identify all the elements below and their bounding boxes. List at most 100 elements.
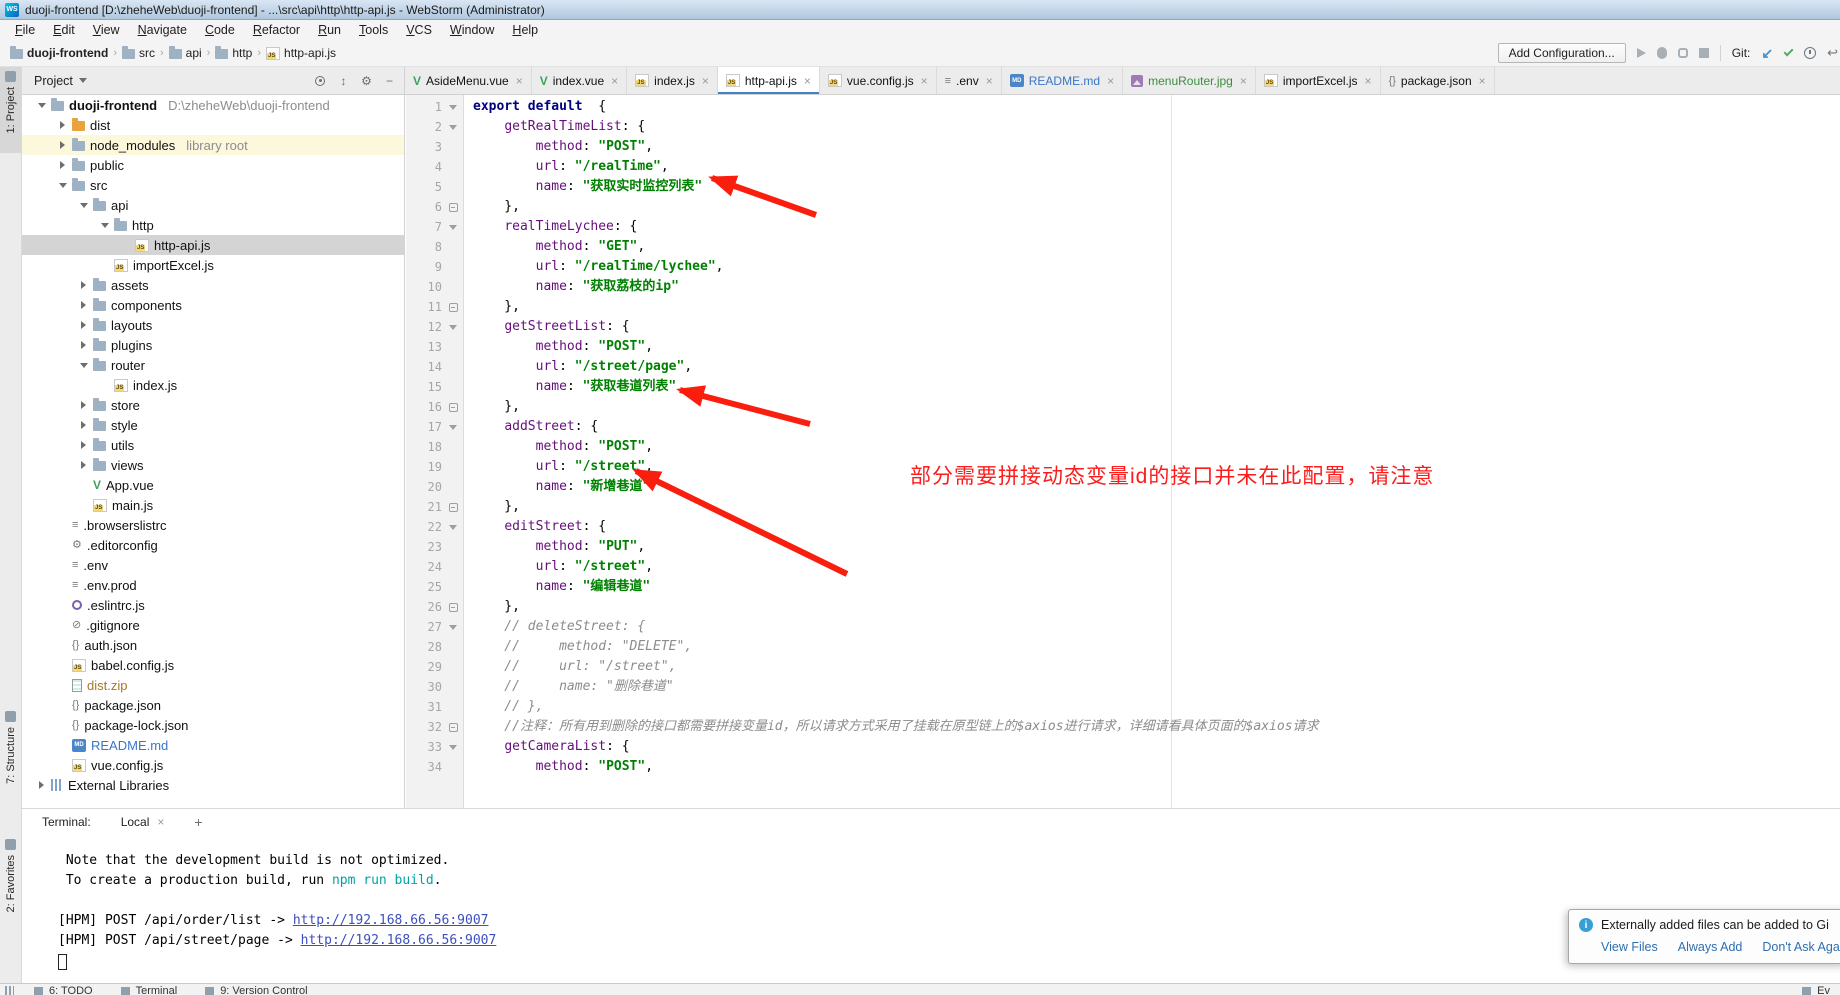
- fold-icon[interactable]: [449, 105, 457, 110]
- fold-icon[interactable]: [449, 325, 457, 330]
- menu-window[interactable]: Window: [441, 20, 503, 40]
- statusbar-grid-icon[interactable]: [5, 986, 14, 995]
- tab-.env[interactable]: ≡.env×: [937, 67, 1002, 94]
- stop-icon[interactable]: [1699, 48, 1709, 58]
- add-configuration-button[interactable]: Add Configuration...: [1498, 43, 1626, 63]
- tree-row-utils[interactable]: utils: [22, 435, 404, 455]
- tree-row-router[interactable]: router: [22, 355, 404, 375]
- tree-row-store[interactable]: store: [22, 395, 404, 415]
- notification-action-always-add[interactable]: Always Add: [1678, 940, 1743, 954]
- chevron-collapsed-icon[interactable]: [81, 421, 86, 429]
- chevron-expanded-icon[interactable]: [80, 363, 88, 368]
- terminal-tab-local[interactable]: Local ×: [121, 815, 165, 829]
- tab-importexcel.js[interactable]: JSimportExcel.js×: [1256, 67, 1381, 94]
- chevron-down-icon[interactable]: [79, 78, 87, 83]
- code-editor[interactable]: 1export default {2 getRealTimeList: {3 m…: [406, 95, 1840, 808]
- tree-row-plugins[interactable]: plugins: [22, 335, 404, 355]
- tab-vue.config.js[interactable]: JSvue.config.js×: [820, 67, 937, 94]
- tree-row-public[interactable]: public: [22, 155, 404, 175]
- statusbar-6-todo[interactable]: 6: TODO: [34, 984, 93, 995]
- tree-row-auth.json[interactable]: {}auth.json: [22, 635, 404, 655]
- tree-row-babel.config.js[interactable]: JSbabel.config.js: [22, 655, 404, 675]
- menu-help[interactable]: Help: [503, 20, 547, 40]
- collapse-all-icon[interactable]: ↕: [335, 74, 352, 88]
- fold-icon[interactable]: [449, 603, 458, 612]
- debug-icon[interactable]: [1657, 47, 1667, 59]
- menu-edit[interactable]: Edit: [44, 20, 84, 40]
- tree-row-node-modules[interactable]: node_moduleslibrary root: [22, 135, 404, 155]
- tab-close-icon[interactable]: ×: [611, 74, 618, 88]
- tree-row-.browserslistrc[interactable]: ≡.browserslistrc: [22, 515, 404, 535]
- chevron-collapsed-icon[interactable]: [60, 141, 65, 149]
- tab-index.js[interactable]: JSindex.js×: [627, 67, 718, 94]
- run-icon[interactable]: [1637, 48, 1646, 58]
- fold-icon[interactable]: [449, 403, 458, 412]
- menu-refactor[interactable]: Refactor: [244, 20, 309, 40]
- chevron-collapsed-icon[interactable]: [81, 341, 86, 349]
- tree-row-app.vue[interactable]: VApp.vue: [22, 475, 404, 495]
- tab-close-icon[interactable]: ×: [1240, 74, 1247, 88]
- chevron-collapsed-icon[interactable]: [81, 461, 86, 469]
- tree-row-http-api.js[interactable]: JShttp-api.js: [22, 235, 404, 255]
- locate-file-icon[interactable]: [315, 76, 325, 86]
- tree-row-.env[interactable]: ≡.env: [22, 555, 404, 575]
- fold-icon[interactable]: [449, 225, 457, 230]
- tree-row-package-lock.json[interactable]: {}package-lock.json: [22, 715, 404, 735]
- notification-action-don-t-ask-agai[interactable]: Don't Ask Agai: [1762, 940, 1840, 954]
- breadcrumb-http[interactable]: http: [215, 46, 252, 60]
- tree-row-readme.md[interactable]: MDREADME.md: [22, 735, 404, 755]
- git-update-icon[interactable]: ↙: [1761, 46, 1773, 60]
- fold-icon[interactable]: [449, 723, 458, 732]
- tab-close-icon[interactable]: ×: [986, 74, 993, 88]
- chevron-expanded-icon[interactable]: [59, 183, 67, 188]
- terminal-tab-close-icon[interactable]: ×: [157, 815, 164, 829]
- tab-asidemenu.vue[interactable]: VAsideMenu.vue×: [405, 67, 532, 94]
- tree-row-main.js[interactable]: JSmain.js: [22, 495, 404, 515]
- tree-row-views[interactable]: views: [22, 455, 404, 475]
- stripe-tab-favorites[interactable]: 2: Favorites: [0, 835, 21, 945]
- menu-code[interactable]: Code: [196, 20, 244, 40]
- rollback-icon[interactable]: ↩: [1827, 45, 1838, 61]
- project-panel-title[interactable]: Project: [34, 74, 73, 88]
- tree-row-.env.prod[interactable]: ≡.env.prod: [22, 575, 404, 595]
- tree-row-external-libraries[interactable]: External Libraries: [22, 775, 404, 795]
- statusbar-event-log[interactable]: Ev: [1802, 984, 1840, 995]
- tree-row-dist[interactable]: dist: [22, 115, 404, 135]
- tab-close-icon[interactable]: ×: [516, 74, 523, 88]
- fold-icon[interactable]: [449, 625, 457, 630]
- tree-row-layouts[interactable]: layouts: [22, 315, 404, 335]
- fold-icon[interactable]: [449, 425, 457, 430]
- tree-row-dist.zip[interactable]: dist.zip: [22, 675, 404, 695]
- breadcrumb-duoji-frontend[interactable]: duoji-frontend: [10, 46, 108, 60]
- new-terminal-icon[interactable]: +: [194, 814, 202, 830]
- menu-tools[interactable]: Tools: [350, 20, 397, 40]
- tree-row-.gitignore[interactable]: ⊘.gitignore: [22, 615, 404, 635]
- menu-run[interactable]: Run: [309, 20, 350, 40]
- tab-close-icon[interactable]: ×: [1365, 74, 1372, 88]
- chevron-collapsed-icon[interactable]: [60, 161, 65, 169]
- tree-row-src[interactable]: src: [22, 175, 404, 195]
- tree-row-http[interactable]: http: [22, 215, 404, 235]
- menu-vcs[interactable]: VCS: [397, 20, 441, 40]
- fold-icon[interactable]: [449, 203, 458, 212]
- tree-row-assets[interactable]: assets: [22, 275, 404, 295]
- fold-icon[interactable]: [449, 125, 457, 130]
- tree-row-importexcel.js[interactable]: JSimportExcel.js: [22, 255, 404, 275]
- chevron-collapsed-icon[interactable]: [81, 441, 86, 449]
- chevron-expanded-icon[interactable]: [80, 203, 88, 208]
- stripe-tab-structure[interactable]: 7: Structure: [0, 707, 21, 807]
- tree-row-vue.config.js[interactable]: JSvue.config.js: [22, 755, 404, 775]
- chevron-collapsed-icon[interactable]: [39, 781, 44, 789]
- breadcrumb-api[interactable]: api: [169, 46, 202, 60]
- tab-package.json[interactable]: {}package.json×: [1381, 67, 1495, 94]
- fold-icon[interactable]: [449, 525, 457, 530]
- breadcrumb-http-api.js[interactable]: JShttp-api.js: [266, 46, 336, 60]
- terminal-link[interactable]: http://192.168.66.56:9007: [301, 933, 497, 948]
- tab-http-api.js[interactable]: JShttp-api.js×: [718, 67, 820, 94]
- coverage-icon[interactable]: [1678, 48, 1688, 58]
- tree-row-style[interactable]: style: [22, 415, 404, 435]
- tree-row-duoji-frontend[interactable]: duoji-frontendD:\zheheWeb\duoji-frontend: [22, 95, 404, 115]
- tab-close-icon[interactable]: ×: [804, 74, 811, 88]
- terminal-link[interactable]: http://192.168.66.56:9007: [293, 913, 489, 928]
- chevron-collapsed-icon[interactable]: [81, 281, 86, 289]
